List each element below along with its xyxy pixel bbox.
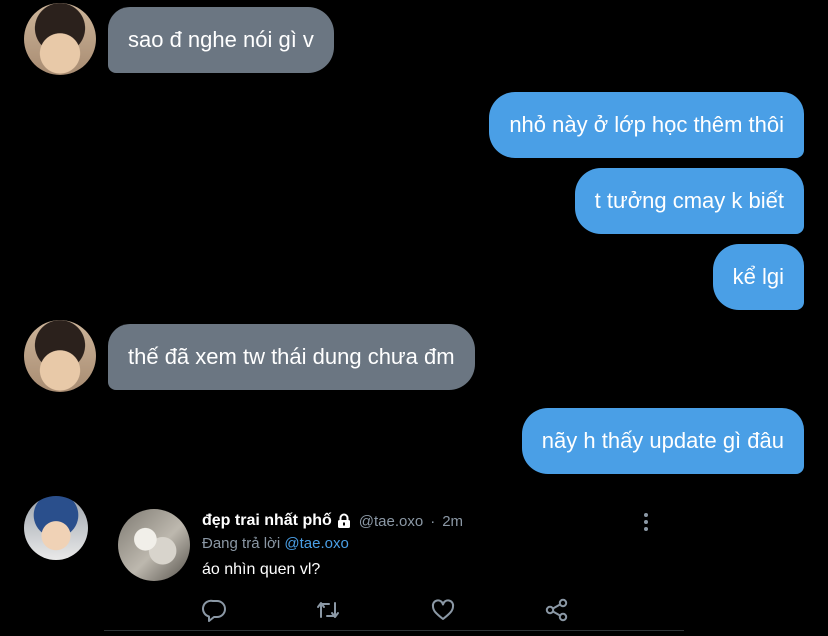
tweet-header: đẹp trai nhất phố @tae.oxo · 2m (202, 512, 463, 530)
message-text: sao đ nghe nói gì v (128, 27, 314, 52)
chat-screen: sao đ nghe nói gì v nhỏ này ở lớp học th… (0, 0, 828, 636)
outgoing-message[interactable]: nãy h thấy update gì đâu (521, 408, 804, 474)
share-icon[interactable] (544, 597, 570, 623)
message-text: nhỏ này ở lớp học thêm thôi (509, 112, 784, 137)
tweet-separator: · (430, 512, 436, 530)
tweet-handle[interactable]: @tae.oxo (359, 513, 423, 530)
outgoing-message[interactable]: kể lgi (712, 244, 804, 310)
tweet-timestamp[interactable]: 2m (442, 513, 463, 530)
lock-icon (337, 513, 350, 528)
divider (104, 630, 684, 631)
outgoing-message[interactable]: nhỏ này ở lớp học thêm thôi (489, 92, 804, 158)
contact-avatar[interactable] (24, 3, 96, 75)
message-text: kể lgi (732, 264, 784, 289)
incoming-message[interactable]: sao đ nghe nói gì v (108, 7, 334, 73)
reply-prefix: Đang trả lời (202, 535, 281, 552)
reply-mention-link[interactable]: @tae.oxo (284, 535, 348, 552)
contact-avatar[interactable] (24, 320, 96, 392)
tweet-author-avatar[interactable] (118, 509, 190, 581)
reply-context: Đang trả lời @tae.oxo (202, 535, 349, 552)
message-text: thế đã xem tw thái dung chưa đm (128, 344, 455, 369)
incoming-message[interactable]: thế đã xem tw thái dung chưa đm (108, 324, 475, 390)
reply-icon[interactable] (202, 597, 228, 623)
tweet-body: áo nhìn quen vl? (202, 561, 321, 578)
outgoing-message[interactable]: t tưởng cmay k biết (574, 168, 804, 234)
tweet-display-name[interactable]: đẹp trai nhất phố (202, 512, 332, 530)
user-avatar[interactable] (24, 496, 88, 560)
retweet-icon[interactable] (315, 597, 341, 623)
message-text: nãy h thấy update gì đâu (541, 428, 784, 453)
message-text: t tưởng cmay k biết (594, 188, 784, 213)
more-vertical-icon[interactable] (636, 510, 656, 534)
heart-icon[interactable] (430, 597, 456, 623)
